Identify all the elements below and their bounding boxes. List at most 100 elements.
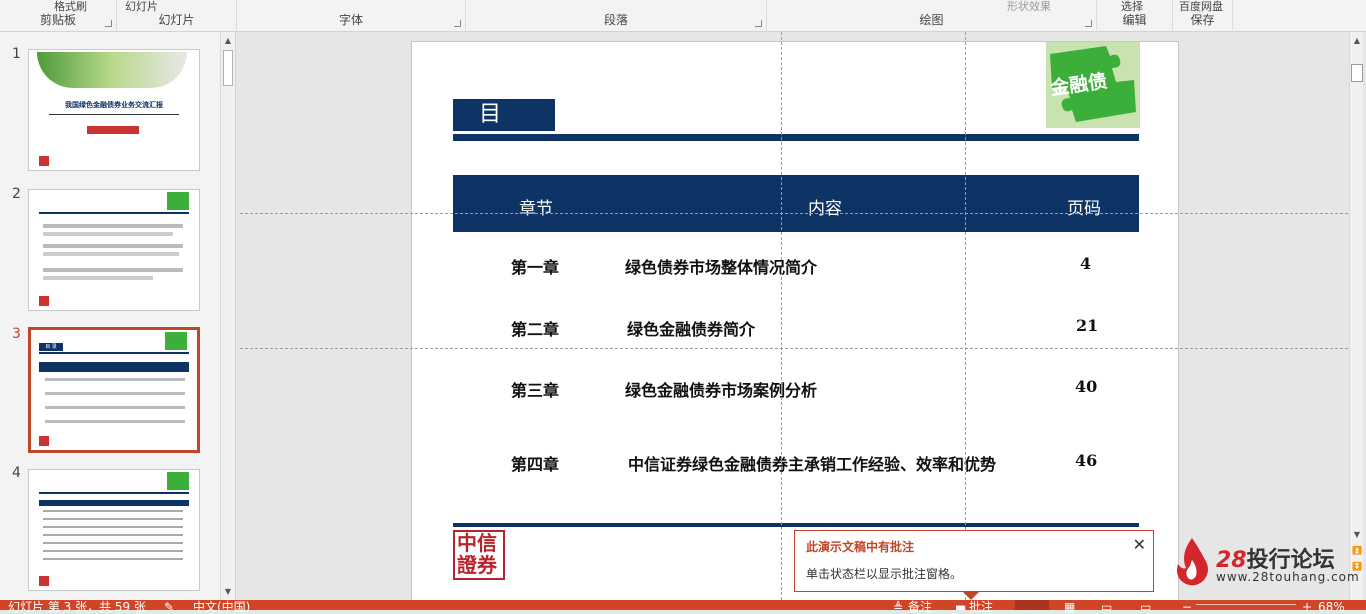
- normal-view-button[interactable]: [1015, 600, 1049, 610]
- dialog-launcher-icon[interactable]: [1085, 20, 1092, 27]
- row-chapter: 第三章: [511, 381, 560, 400]
- slide-sorter-icon[interactable]: ▦: [1064, 601, 1075, 613]
- ribbon-group-save: 百度网盘 保存: [1173, 0, 1233, 32]
- horizontal-guide[interactable]: [240, 348, 1348, 349]
- row-content: 中信证券绿色金融债券主承销工作经验、效率和优势: [628, 455, 997, 474]
- watermark-url: www.28touhang.com: [1216, 570, 1360, 584]
- badge-icon: [167, 472, 189, 490]
- ribbon-group-label: 段落: [603, 13, 628, 27]
- current-slide[interactable]: 金融债 目 录 章节 内容 页码 第一章 绿色债券市场整体情况简介 4 第二章 …: [411, 41, 1179, 601]
- row-chapter: 第四章: [511, 455, 560, 474]
- seal-icon: [39, 436, 49, 446]
- header-chapter: 章节: [519, 199, 553, 219]
- row-page: 46: [1075, 451, 1098, 470]
- table-row: 第四章 中信证券绿色金融债券主承销工作经验、效率和优势 46: [453, 451, 1139, 481]
- thumbnail-number: 2: [12, 186, 21, 202]
- previous-slide-icon[interactable]: ⏫: [1351, 545, 1363, 557]
- ribbon-group-paragraph: 段落: [466, 0, 767, 32]
- company-logo: [87, 126, 139, 134]
- notification-pointer: [962, 591, 980, 600]
- zoom-slider[interactable]: [1196, 604, 1296, 605]
- dialog-launcher-icon[interactable]: [755, 20, 762, 27]
- comments-button[interactable]: 批注: [969, 601, 993, 613]
- slide-thumbnail-1[interactable]: 我国绿色金融债券业务交流汇报: [28, 49, 200, 171]
- header-page: 页码: [1067, 199, 1101, 219]
- scroll-thumb[interactable]: [223, 50, 233, 86]
- footer-rule: [453, 523, 1139, 527]
- ribbon-group-label: 绘图: [919, 13, 944, 27]
- ribbon-group-font: 字体: [237, 0, 466, 32]
- close-icon[interactable]: ✕: [1133, 535, 1146, 554]
- scroll-up-icon[interactable]: ▲: [222, 35, 234, 47]
- proofing-icon[interactable]: ✎: [164, 601, 174, 613]
- thumbnail-number: 3: [12, 326, 21, 342]
- vertical-guide[interactable]: [965, 32, 966, 600]
- slide-thumbnail-3[interactable]: 目 录: [28, 327, 200, 453]
- slide-title: 目 录: [453, 99, 555, 159]
- thumbnail-scrollbar[interactable]: ▲ ▼: [220, 32, 234, 600]
- seal-icon: [39, 296, 49, 306]
- comments-icon[interactable]: ▬: [955, 601, 966, 613]
- scroll-up-icon[interactable]: ▲: [1351, 35, 1363, 47]
- comment-notification[interactable]: 此演示文稿中有批注 ✕ 单击状态栏以显示批注窗格。: [794, 530, 1154, 592]
- dialog-launcher-icon[interactable]: [105, 20, 112, 27]
- row-content: 绿色金融债券市场案例分析: [625, 381, 818, 400]
- forum-watermark: 28投行论坛 www.28touhang.com: [1168, 534, 1359, 590]
- header-content: 内容: [808, 199, 842, 219]
- seal-icon: [39, 156, 49, 166]
- scroll-down-icon[interactable]: ▼: [1351, 529, 1363, 541]
- ribbon-group-editing: 选择 编辑: [1097, 0, 1173, 32]
- status-bar: 幻灯片 第 3 张，共 59 张 ✎ 中文(中国) ≜ 备注 ▬ 批注 ▦ ▭ …: [0, 600, 1366, 613]
- ribbon-group-label: 保存: [1190, 13, 1215, 27]
- vertical-guide[interactable]: [781, 32, 782, 600]
- row-page: 40: [1075, 377, 1098, 396]
- table-row: 第三章 绿色金融债券市场案例分析 40: [453, 377, 1139, 407]
- editor-scrollbar[interactable]: ▲ ▼ ⏫ ⏬: [1349, 32, 1363, 600]
- scroll-down-icon[interactable]: ▼: [222, 586, 234, 598]
- thumbnail-number: 4: [12, 465, 21, 481]
- thumbnail-title: 我国绿色金融债券业务交流汇报: [65, 101, 163, 109]
- row-content: 绿色金融债券简介: [627, 320, 756, 339]
- row-chapter: 第一章: [511, 258, 560, 277]
- notes-button[interactable]: 备注: [908, 601, 932, 613]
- table-row: 第二章 绿色金融债券简介 21: [453, 316, 1139, 346]
- zoom-out-icon[interactable]: −: [1182, 601, 1192, 613]
- notification-title: 此演示文稿中有批注: [806, 540, 915, 554]
- flame-icon: [1177, 538, 1208, 586]
- ribbon-group-slides: 幻灯片 幻灯片: [117, 0, 237, 32]
- slide-thumbnail-4[interactable]: [28, 469, 200, 591]
- notes-icon[interactable]: ≜: [893, 601, 903, 613]
- row-page: 4: [1080, 254, 1092, 273]
- badge-icon: [167, 192, 189, 210]
- table-row: 第一章 绿色债券市场整体情况简介 4: [453, 254, 1139, 284]
- green-finance-badge: 金融债: [1046, 42, 1140, 128]
- ribbon: 格式刷 剪贴板 幻灯片 幻灯片 字体 段落 形状效果 绘图 选择 编辑 百度网盘…: [0, 0, 1366, 32]
- row-page: 21: [1076, 316, 1099, 335]
- ribbon-group-clipboard: 格式刷 剪贴板: [0, 0, 117, 32]
- cover-image: [37, 52, 187, 88]
- ribbon-group-label: 字体: [338, 13, 363, 27]
- slide-thumbnail-pane: 1 我国绿色金融债券业务交流汇报 2 3 目 录 4: [0, 32, 236, 600]
- thumbnail-title: 目 录: [39, 343, 63, 351]
- slideshow-icon[interactable]: ▭: [1140, 601, 1151, 613]
- badge-icon: [165, 332, 187, 350]
- zoom-level[interactable]: 68%: [1318, 601, 1345, 613]
- dialog-launcher-icon[interactable]: [454, 20, 461, 27]
- title-rule: [453, 134, 1139, 141]
- ribbon-group-label: 幻灯片: [158, 13, 195, 27]
- zoom-in-icon[interactable]: +: [1302, 601, 1312, 613]
- seal-text: 中信證券: [457, 531, 497, 577]
- slide-thumbnail-2[interactable]: [28, 189, 200, 311]
- ribbon-group-label: 剪贴板: [39, 13, 76, 27]
- notification-body: 单击状态栏以显示批注窗格。: [806, 567, 963, 581]
- seal-icon: [39, 576, 49, 586]
- ribbon-group-label: 编辑: [1122, 13, 1147, 27]
- horizontal-guide[interactable]: [240, 213, 1348, 214]
- scroll-thumb[interactable]: [1351, 64, 1363, 82]
- slide-count-status[interactable]: 幻灯片 第 3 张，共 59 张: [8, 601, 146, 613]
- language-status[interactable]: 中文(中国): [193, 601, 250, 613]
- reading-view-icon[interactable]: ▭: [1101, 601, 1112, 613]
- ribbon-group-drawing: 形状效果 绘图: [767, 0, 1097, 32]
- row-content: 绿色债券市场整体情况简介: [625, 258, 818, 277]
- citic-seal-logo: 中信證券: [453, 530, 505, 580]
